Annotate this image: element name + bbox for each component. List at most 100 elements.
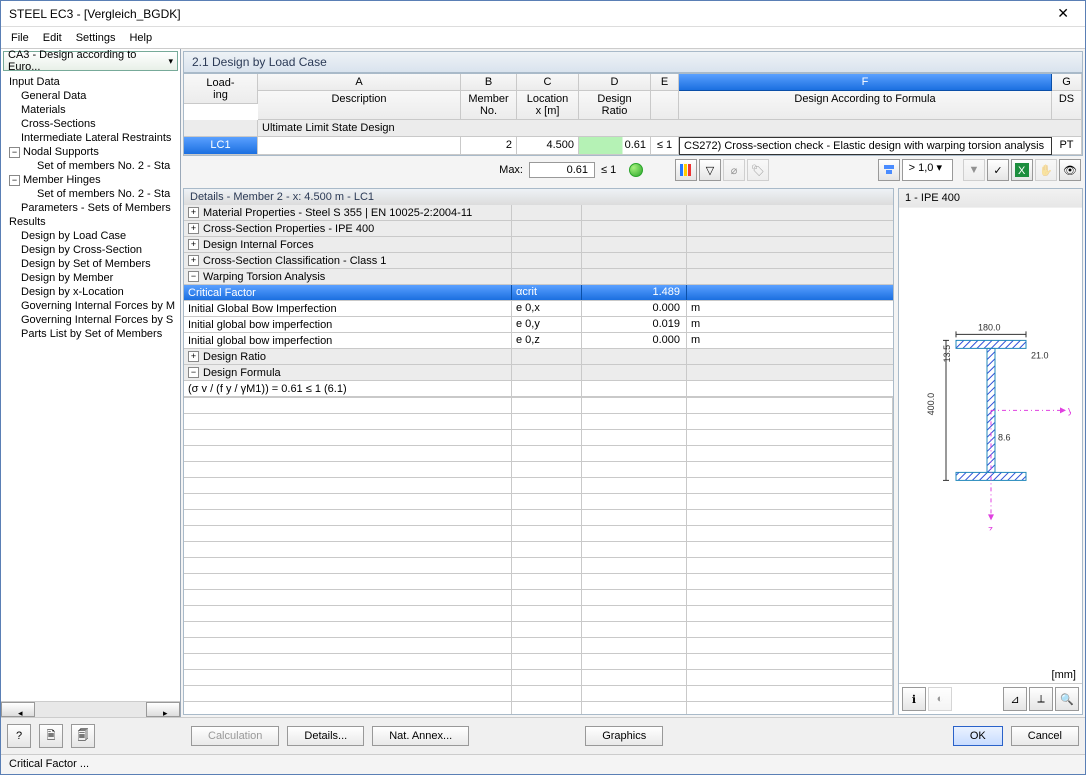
details-grid[interactable]: Details - Member 2 - x: 4.500 m - LC1 +M… [183,188,894,715]
scroll-left-icon[interactable]: ◂ [1,702,35,717]
details-button[interactable]: Details... [287,726,364,746]
expand-icon[interactable]: + [188,239,199,250]
tree-results[interactable]: Results [1,215,180,229]
col-ds[interactable]: DS [1052,91,1082,120]
view-toolbar: ▽ ⌀ 🏷 [675,159,769,181]
max-ratio: 0.61 [529,162,595,178]
tree-item[interactable]: Governing Internal Forces by M [1,299,180,313]
tree-item[interactable]: Design by Set of Members [1,257,180,271]
help-icon[interactable]: ? [7,724,31,748]
status-led-icon [629,163,643,177]
menu-edit[interactable]: Edit [43,32,62,44]
tree-item[interactable]: Design by x-Location [1,285,180,299]
tree-item[interactable]: Intermediate Lateral Restraints [1,131,180,145]
ok-button[interactable]: OK [953,726,1003,746]
collapse-icon[interactable]: − [188,367,199,378]
export-excel-icon[interactable]: X [1011,159,1033,181]
svg-text:8.6: 8.6 [998,432,1011,442]
tree-member-hinges[interactable]: −Member Hinges [1,173,180,187]
col-empty[interactable] [651,91,679,120]
ratio-filter-select[interactable]: > 1,0 ▾ [902,159,953,181]
col-formula[interactable]: Design According to Formula [679,91,1052,120]
row-e0z[interactable]: Initial global bow imperfectione 0,z0.00… [184,333,893,349]
col-loading[interactable]: Load- ing [184,74,258,104]
svg-text:400.0: 400.0 [926,392,936,415]
case-combo[interactable]: CA3 - Design according to Euro... ▾ [3,51,178,71]
empty-rows [184,397,893,714]
col-f[interactable]: F [679,74,1052,91]
graphics-button[interactable]: Graphics [585,726,663,746]
row-id: LC1 [184,137,258,155]
info-icon[interactable]: ℹ [902,687,926,711]
tree-item[interactable]: Governing Internal Forces by S [1,313,180,327]
collapse-icon[interactable]: − [9,175,20,186]
settings-icon[interactable]: ✓ [987,159,1009,181]
tree-item[interactable]: Materials [1,103,180,117]
row-formula[interactable]: (σ v / (f y / γM1)) = 0.61 ≤ 1 (6.1) [184,381,893,397]
axes-icon[interactable]: ⊿ [1003,687,1027,711]
results-grid[interactable]: Load- ing A B C D E F G Description Memb… [183,73,1083,156]
close-icon[interactable]: ✕ [1049,5,1077,22]
col-c[interactable]: C [517,74,579,91]
col-g[interactable]: G [1052,74,1082,91]
menu-file[interactable]: File [11,32,29,44]
tree-item[interactable]: General Data [1,89,180,103]
col-a[interactable]: A [258,74,461,91]
report-icon[interactable]: 🗎 [39,724,63,748]
tree-item[interactable]: Design by Member [1,271,180,285]
sidebar-hscroll[interactable]: ◂ ▸ [1,701,180,717]
col-b[interactable]: B [461,74,517,91]
row-critical-factor[interactable]: Critical Factorαcrit1.489 [184,285,893,301]
funnel-icon: ▼ [963,159,985,181]
expand-icon[interactable]: + [188,255,199,266]
row-e0y[interactable]: Initial global bow imperfectione 0,y0.01… [184,317,893,333]
preview-canvas[interactable]: 180.0 400.0 13.5 21.0 8.6 y z [899,208,1082,667]
expand-icon[interactable]: + [188,223,199,234]
col-description[interactable]: Description [258,91,461,120]
cancel-button[interactable]: Cancel [1011,726,1079,746]
svg-text:180.0: 180.0 [978,322,1001,332]
menu-settings[interactable]: Settings [76,32,116,44]
print-preview-icon[interactable]: 🔍 [1055,687,1079,711]
tree-nodal-supports[interactable]: −Nodal Supports [1,145,180,159]
collapse-icon[interactable]: − [188,271,199,282]
group-row: Ultimate Limit State Design [258,120,1082,137]
menu-help[interactable]: Help [129,32,152,44]
disabled-icon: 🏷 [747,159,769,181]
nav-tree: Input Data General Data Materials Cross-… [1,73,180,701]
expand-icon[interactable]: + [188,351,199,362]
tree-item[interactable]: Cross-Sections [1,117,180,131]
row-e0x[interactable]: Initial Global Bow Imperfectione 0,x0.00… [184,301,893,317]
tree-item[interactable]: Design by Load Case [1,229,180,243]
col-design-ratio[interactable]: Design Ratio [579,91,651,120]
svg-text:21.0: 21.0 [1031,350,1049,360]
col-e[interactable]: E [651,74,679,91]
filter-toggle-icon[interactable]: ▽ [699,159,721,181]
col-member-no[interactable]: Member No. [461,91,517,120]
col-d[interactable]: D [579,74,651,91]
tree-input-data[interactable]: Input Data [1,75,180,89]
svg-text:X: X [1018,165,1026,177]
tree-item[interactable]: Design by Cross-Section [1,243,180,257]
preview-toolbar: ℹ ◐ ⊿ ⟂ 🔍 [899,683,1082,714]
collapse-icon[interactable]: − [9,147,20,158]
tree-item[interactable]: Parameters - Sets of Members [1,201,180,215]
report-all-icon[interactable]: 🗐 [71,724,95,748]
section-title: 2.1 Design by Load Case [183,51,1083,73]
table-row[interactable]: LC1 2 4.500 0.61 ≤ 1 CS272) Cross-sectio… [184,137,1082,155]
filter-icon[interactable] [878,159,900,181]
svg-text:z: z [988,524,993,530]
ibeam-icon: 180.0 400.0 13.5 21.0 8.6 y z [911,310,1071,530]
dimensions-icon[interactable]: ⟂ [1029,687,1053,711]
tree-item[interactable]: Set of members No. 2 - Sta [1,159,180,173]
nat-annex-button[interactable]: Nat. Annex... [372,726,469,746]
tree-item[interactable]: Parts List by Set of Members [1,327,180,341]
tree-item[interactable]: Set of members No. 2 - Sta [1,187,180,201]
eye-icon[interactable]: 👁 [1059,159,1081,181]
preview-unit: [mm] [899,667,1082,683]
color-scale-icon[interactable] [675,159,697,181]
scroll-right-icon[interactable]: ▸ [146,702,180,717]
expand-icon[interactable]: + [188,207,199,218]
stress-icon: ◐ [928,687,952,711]
col-location[interactable]: Location x [m] [517,91,579,120]
